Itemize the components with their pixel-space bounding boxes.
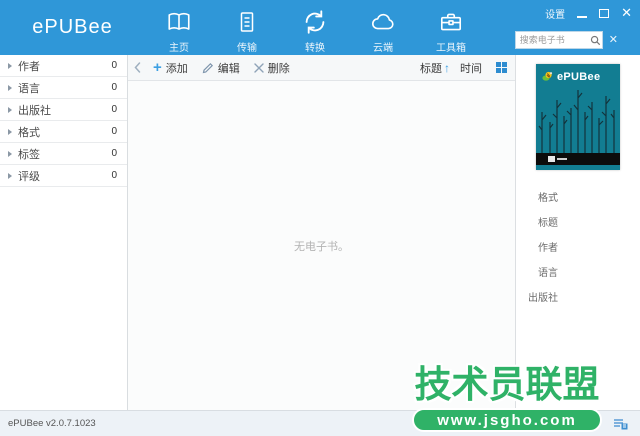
empty-state-text: 无电子书。 xyxy=(294,240,349,253)
search-input[interactable] xyxy=(519,35,590,45)
sidebar-item-language[interactable]: 语言 0 xyxy=(0,77,127,99)
expand-arrow-icon xyxy=(8,172,12,179)
maximize-button[interactable] xyxy=(599,8,610,18)
meta-label: 标题 xyxy=(538,218,558,229)
meta-field-publisher: 出版社 xyxy=(516,284,640,309)
window-controls: 设置 ✕ xyxy=(545,6,632,21)
sidebar-item-author[interactable]: 作者 0 xyxy=(0,55,127,77)
sidebar-item-count: 0 xyxy=(111,60,117,71)
sidebar: 作者 0 语言 0 出版社 0 格式 0 标签 0 评级 0 xyxy=(0,55,128,410)
main-area: + 添加 编辑 删除 标题 ↑ 时间 无电子书。 xyxy=(128,55,515,410)
cover-bar-logo xyxy=(548,156,555,162)
meta-field-language: 语言 xyxy=(516,259,640,284)
book-cover[interactable]: ePUBee xyxy=(536,64,620,170)
meta-label: 出版社 xyxy=(528,293,558,304)
expand-arrow-icon xyxy=(8,150,12,157)
close-button[interactable]: ✕ xyxy=(621,6,632,19)
add-button[interactable]: + 添加 xyxy=(153,60,188,76)
nav-label: 工具箱 xyxy=(436,43,466,54)
header: ePUBee 主页 传输 转换 云端 工具箱 设置 ✕ 搜索电子书 ✕ xyxy=(0,0,640,55)
status-bar: ePUBee v2.0.7.1023 xyxy=(0,410,640,436)
back-button[interactable] xyxy=(134,62,141,73)
sidebar-item-label: 格式 xyxy=(18,126,40,139)
sidebar-item-label: 评级 xyxy=(18,170,40,183)
search-clear-icon[interactable]: ✕ xyxy=(609,34,618,46)
app-logo: ePUBee xyxy=(32,16,113,38)
pencil-icon xyxy=(202,62,214,74)
book-list-area: 无电子书。 xyxy=(128,81,515,410)
cover-title: ePUBee xyxy=(557,70,601,83)
sort-by-time[interactable]: 时间 xyxy=(460,60,482,76)
sidebar-item-count: 0 xyxy=(111,170,117,181)
x-icon xyxy=(254,62,264,73)
sidebar-item-publisher[interactable]: 出版社 0 xyxy=(0,99,127,121)
nav-item-convert[interactable]: 转换 xyxy=(281,4,349,54)
nav-label: 云端 xyxy=(373,43,393,54)
sidebar-item-tags[interactable]: 标签 0 xyxy=(0,143,127,165)
sidebar-item-count: 0 xyxy=(111,126,117,137)
expand-arrow-icon xyxy=(8,84,12,91)
meta-field-title: 标题 xyxy=(516,209,640,234)
search-area: ✕ xyxy=(514,31,618,49)
expand-arrow-icon xyxy=(8,128,12,135)
app-window: ePUBee 主页 传输 转换 云端 工具箱 设置 ✕ 搜索电子书 ✕ 作者 0… xyxy=(0,0,640,436)
sidebar-item-label: 作者 xyxy=(18,60,40,73)
meta-label: 格式 xyxy=(538,193,558,204)
nav-label: 转换 xyxy=(305,43,325,54)
sort-title-label: 标题 xyxy=(420,62,442,75)
body: 作者 0 语言 0 出版社 0 格式 0 标签 0 评级 0 + 添加 编辑 删… xyxy=(0,55,640,410)
version-text: ePUBee v2.0.7.1023 xyxy=(8,418,96,429)
nav-item-cloud[interactable]: 云端 xyxy=(349,4,417,54)
cloud-icon xyxy=(369,7,397,37)
toolbar: + 添加 编辑 删除 标题 ↑ 时间 xyxy=(128,55,515,81)
toolbox-icon xyxy=(437,7,465,37)
sort-by-title[interactable]: 标题 ↑ xyxy=(420,60,450,76)
trees-illustration xyxy=(538,90,615,154)
sidebar-item-count: 0 xyxy=(111,82,117,93)
nav-label: 传输 xyxy=(237,43,257,54)
grid-view-icon[interactable] xyxy=(496,62,507,73)
sidebar-item-rating[interactable]: 评级 0 xyxy=(0,165,127,187)
delete-label: 删除 xyxy=(267,62,290,75)
add-label: 添加 xyxy=(165,62,188,75)
list-view-icon[interactable] xyxy=(613,418,628,430)
sidebar-item-label: 出版社 xyxy=(18,104,51,117)
search-icon[interactable] xyxy=(590,35,601,46)
search-box xyxy=(514,31,603,49)
document-icon xyxy=(235,7,259,37)
edit-label: 编辑 xyxy=(217,62,240,75)
settings-button[interactable]: 设置 xyxy=(545,6,565,21)
sidebar-item-label: 语言 xyxy=(18,82,40,95)
book-metadata: 格式 标题 作者 语言 出版社 xyxy=(516,184,640,309)
nav-item-toolbox[interactable]: 工具箱 xyxy=(417,4,485,54)
sidebar-item-count: 0 xyxy=(111,104,117,115)
nav-item-home[interactable]: 主页 xyxy=(145,4,213,54)
cover-bottom-bar xyxy=(536,153,620,165)
main-nav: 主页 传输 转换 云端 工具箱 xyxy=(145,4,485,54)
meta-label: 语言 xyxy=(538,268,558,279)
nav-item-transfer[interactable]: 传输 xyxy=(213,4,281,54)
expand-arrow-icon xyxy=(8,62,12,69)
cover-bar-text xyxy=(557,158,567,160)
edit-button[interactable]: 编辑 xyxy=(202,60,240,76)
delete-button[interactable]: 删除 xyxy=(254,60,290,76)
refresh-icon xyxy=(301,7,329,37)
detail-panel: ePUBee 格式 标题 作者 语言 出版社 xyxy=(515,55,640,410)
plus-icon: + xyxy=(153,59,162,76)
book-icon xyxy=(165,7,193,37)
minimize-button[interactable] xyxy=(577,9,588,18)
sort-time-label: 时间 xyxy=(460,62,482,75)
expand-arrow-icon xyxy=(8,106,12,113)
meta-field-format: 格式 xyxy=(516,184,640,209)
sidebar-item-count: 0 xyxy=(111,148,117,159)
nav-label: 主页 xyxy=(169,43,189,54)
sort-controls: 标题 ↑ 时间 xyxy=(420,60,507,76)
sidebar-item-format[interactable]: 格式 0 xyxy=(0,121,127,143)
sort-ascending-icon: ↑ xyxy=(444,60,450,75)
sidebar-item-label: 标签 xyxy=(18,148,40,161)
meta-field-author: 作者 xyxy=(516,234,640,259)
meta-label: 作者 xyxy=(538,243,558,254)
